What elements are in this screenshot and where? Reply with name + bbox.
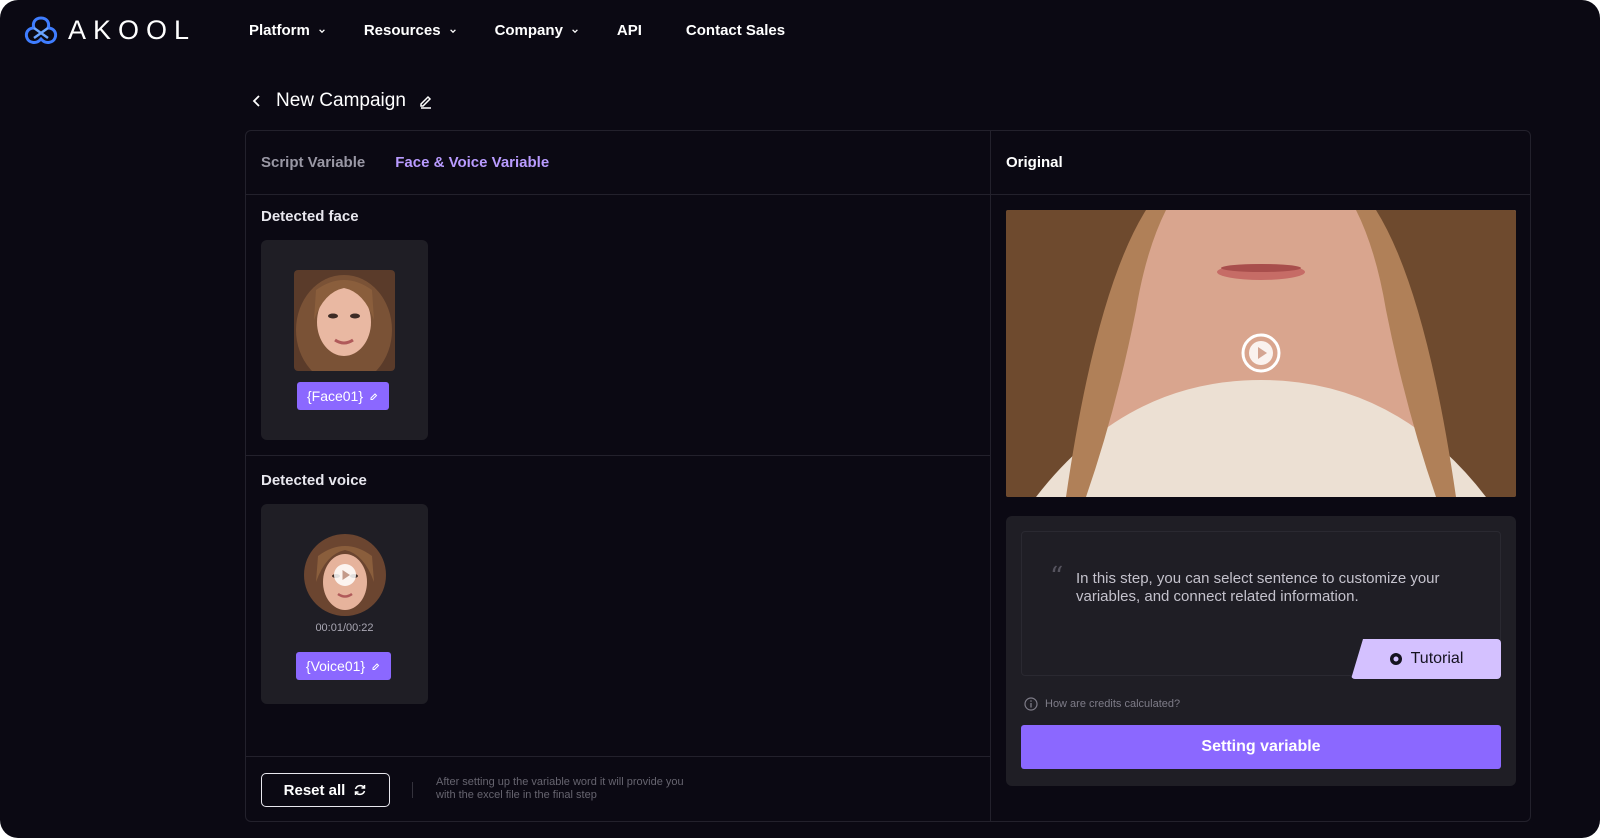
variable-tabs: Script Variable Face & Voice Variable <box>246 131 990 195</box>
voice-card[interactable]: 00:01/00:22 {Voice01} <box>261 504 428 704</box>
excel-hint: After setting up the variable word it wi… <box>436 776 684 801</box>
tab-script-variable[interactable]: Script Variable <box>261 154 365 171</box>
preview-header: Original <box>991 131 1531 195</box>
detected-voice-label: Detected voice <box>261 472 367 489</box>
preview-panel: Original “ In this step, you can select … <box>991 131 1531 821</box>
tab-face-voice-variable[interactable]: Face & Voice Variable <box>395 154 549 171</box>
tutorial-text: In this step, you can select sentence to… <box>1076 570 1440 605</box>
chevron-left-icon[interactable] <box>250 94 264 108</box>
brand-name: AKOOL <box>68 14 197 45</box>
akool-logo-icon <box>24 16 58 44</box>
nav-label: Company <box>494 22 563 39</box>
nav-label: Platform <box>249 22 310 39</box>
face-thumbnail <box>294 270 395 371</box>
play-icon[interactable] <box>333 563 357 587</box>
pencil-icon <box>372 663 380 670</box>
preview-title: Original <box>1006 154 1063 171</box>
brand-logo[interactable]: AKOOL <box>22 14 196 46</box>
quote-icon: “ <box>1050 562 1064 592</box>
credits-info-link[interactable]: How are credits calculated? <box>1024 697 1180 711</box>
detected-face-label: Detected face <box>261 208 359 225</box>
nav-label: Contact Sales <box>685 22 786 39</box>
page-header: New Campaign <box>250 90 434 112</box>
tutorial-button[interactable]: Tutorial <box>1351 639 1501 679</box>
section-divider <box>246 455 991 456</box>
voice-chip-label: {Voice01} <box>305 658 366 674</box>
nav-item-platform[interactable]: Platform <box>249 22 326 39</box>
nav-label: API <box>616 22 642 39</box>
footer-divider <box>412 782 413 798</box>
campaign-card: Script Variable Face & Voice Variable De… <box>245 130 1531 822</box>
pencil-icon[interactable] <box>418 93 434 109</box>
nav-item-api[interactable]: API <box>617 22 642 39</box>
chevron-down-icon <box>572 28 578 33</box>
page-title: New Campaign <box>276 90 406 111</box>
voice-avatar[interactable] <box>304 534 386 616</box>
chevron-down-icon <box>449 28 456 33</box>
setting-variable-button[interactable]: Setting variable <box>1021 725 1501 769</box>
reset-label: Reset all <box>283 781 346 799</box>
app-window: AKOOL Platform Resources Company API Con… <box>0 0 1600 838</box>
top-nav: AKOOL Platform Resources Company API Con… <box>0 0 1600 66</box>
variables-panel: Script Variable Face & Voice Variable De… <box>246 131 991 821</box>
nav-item-company[interactable]: Company <box>495 22 579 39</box>
footer-bar: Reset all After setting up the variable … <box>246 756 991 822</box>
nav-menu: Platform Resources Company API Contact S… <box>249 22 785 39</box>
voice-timestamp: 00:01/00:22 <box>315 622 374 634</box>
face-variable-chip[interactable]: {Face01} <box>297 382 389 410</box>
pencil-icon <box>370 393 378 400</box>
original-video[interactable] <box>1006 210 1516 497</box>
refresh-icon <box>355 784 366 796</box>
face-chip-label: {Face01} <box>306 388 364 404</box>
face-card[interactable]: {Face01} <box>261 240 428 440</box>
tutorial-label: Tutorial <box>1410 650 1464 667</box>
nav-item-contact-sales[interactable]: Contact Sales <box>686 22 785 39</box>
record-icon <box>1389 653 1402 665</box>
reset-all-button[interactable]: Reset all <box>261 773 390 807</box>
credits-label: How are credits calculated? <box>1045 698 1181 710</box>
play-icon[interactable] <box>1240 332 1282 374</box>
info-icon <box>1024 697 1038 711</box>
nav-item-resources[interactable]: Resources <box>364 22 457 39</box>
nav-label: Resources <box>363 22 441 39</box>
tutorial-box: “ In this step, you can select sentence … <box>1006 516 1516 786</box>
chevron-down-icon <box>318 28 325 33</box>
voice-variable-chip[interactable]: {Voice01} <box>296 652 391 680</box>
